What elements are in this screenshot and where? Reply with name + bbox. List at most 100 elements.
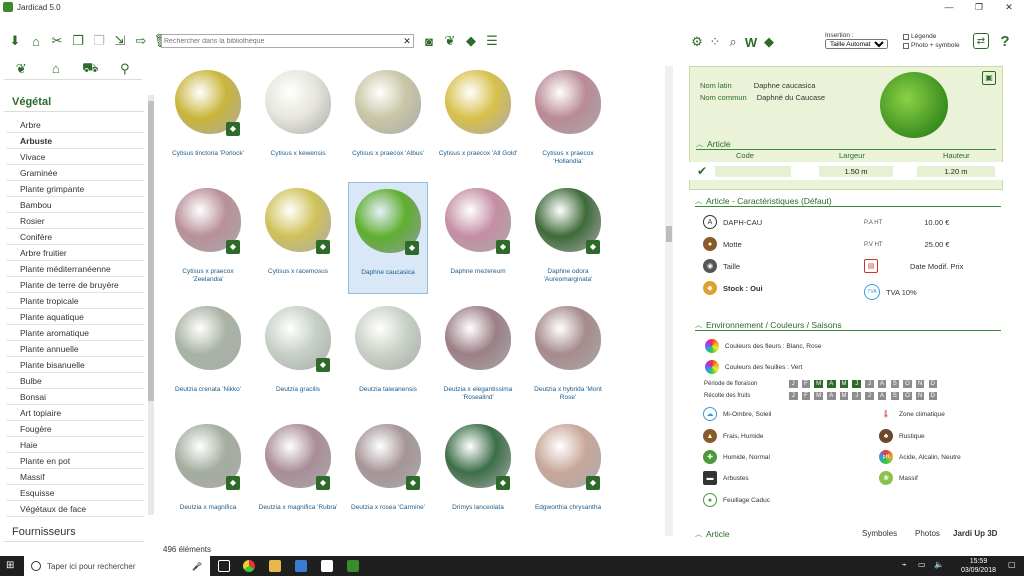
clear-search-icon[interactable]: ✕ [401, 36, 413, 47]
help-icon[interactable]: ? [996, 32, 1014, 50]
export-icon[interactable]: ⇲ [111, 32, 129, 50]
sidebar-item[interactable]: Esquisse [6, 485, 144, 501]
chrome-icon[interactable] [243, 560, 255, 572]
vegetal-tab-icon[interactable]: ❦ [12, 60, 30, 78]
sidebar-item[interactable]: Arbre fruitier [6, 245, 144, 261]
checkbox[interactable] [903, 42, 909, 49]
plant-card[interactable]: Cytisus x kewensis [258, 64, 338, 176]
sidebar-item[interactable]: Massif [6, 469, 144, 485]
jardicad-taskbar-icon[interactable] [347, 560, 359, 572]
scrollbar-thumb[interactable] [666, 226, 672, 242]
sidebar-item[interactable]: Rosier [6, 213, 144, 229]
photo-symbol-checkbox[interactable]: Photo + symbole [903, 42, 960, 49]
save-icon[interactable]: ▣ [982, 71, 996, 85]
volume-icon[interactable]: 🔈 [934, 560, 944, 569]
plant-card[interactable]: Cytisus x praecox 'All Gold' [438, 64, 518, 176]
plant-card[interactable]: Deutzia x elegantissima 'Rosealind' [438, 300, 518, 412]
sidebar-item[interactable]: Végétaux de face [6, 501, 144, 517]
paste-icon[interactable]: ❐ [90, 32, 108, 50]
sidebar-item[interactable]: Plante en pot [6, 453, 144, 469]
plant-import-icon[interactable]: ⬇ [6, 32, 24, 50]
maximize-button[interactable]: ❐ [964, 0, 994, 14]
hauteur-field[interactable]: 1.20 m [917, 166, 995, 177]
plant-card[interactable]: ◆ Deutzia gracilis [258, 300, 338, 412]
house-icon[interactable]: ⌂ [27, 32, 45, 50]
sidebar-item[interactable]: Plante aromatique [6, 325, 144, 341]
plant-card[interactable]: ◆ Drimys lanceolata [438, 418, 518, 530]
grid-dots-icon[interactable]: ⁘ [706, 33, 724, 51]
plant-card[interactable]: ◆ Cytisus x praecox 'Zeelandia' [168, 182, 248, 294]
sidebar-item[interactable]: Plante grimpante [6, 181, 144, 197]
settings-icon[interactable]: ⚙ [688, 33, 706, 51]
taskbar-search[interactable]: Taper ici pour rechercher 🎤 [24, 556, 210, 576]
category-section-title[interactable]: Végétal [4, 92, 144, 112]
close-button[interactable]: ✕ [994, 0, 1024, 14]
sidebar-item[interactable]: Arbuste [6, 133, 144, 149]
house-tab-icon[interactable]: ⌂ [47, 60, 65, 78]
sidebar-item[interactable]: Arbre [6, 117, 144, 133]
plant-card[interactable]: ◆ Daphne mezereum [438, 182, 518, 294]
sidebar-item[interactable]: Bonsai [6, 389, 144, 405]
scissors-icon[interactable]: ✂ [48, 32, 66, 50]
sidebar-item[interactable]: Art topiaire [6, 405, 144, 421]
search-input[interactable] [162, 37, 401, 45]
move-icon[interactable]: ⇨ [132, 32, 150, 50]
mail-icon[interactable] [321, 560, 333, 572]
copy-icon[interactable]: ❐ [69, 32, 87, 50]
sketchup-icon[interactable]: ◆ [462, 32, 480, 50]
sidebar-item[interactable]: Plante de terre de bruyère [6, 277, 144, 293]
largeur-field[interactable]: 1.50 m [819, 166, 893, 177]
sidebar-item[interactable]: Plante bisanuelle [6, 357, 144, 373]
task-view-icon[interactable] [218, 560, 230, 572]
plant-card[interactable]: Cytisus x praecox 'Albus' [348, 64, 428, 176]
plant-card[interactable]: ◆ Daphne caucasica [348, 182, 428, 294]
truck-tab-icon[interactable]: ⛟ [81, 60, 99, 78]
sidebar-item[interactable]: Bulbe [6, 373, 144, 389]
sidebar-item[interactable]: Vivace [6, 149, 144, 165]
sidebar-item[interactable]: Graminée [6, 165, 144, 181]
plant-card[interactable]: ◆ Cytisus x racemosus [258, 182, 338, 294]
list-view-icon[interactable]: ☰ [483, 32, 501, 50]
store-icon[interactable] [295, 560, 307, 572]
environment-title[interactable]: ︿ Environnement / Couleurs / Saisons [695, 320, 842, 330]
sidebar-item[interactable]: Bambou [6, 197, 144, 213]
camera-icon[interactable]: ◙ [420, 32, 438, 50]
search-tab-icon[interactable]: ⚲ [116, 60, 134, 78]
code-field[interactable] [715, 166, 791, 177]
system-clock[interactable]: 15:59 03/09/2018 [961, 557, 996, 575]
plant-card[interactable]: Deutzia taiwanensis [348, 300, 428, 412]
grid-scrollbar[interactable] [665, 66, 673, 536]
minimize-button[interactable]: — [934, 0, 964, 14]
plant-card[interactable]: Cytisus x praecox 'Hollandia' [528, 64, 608, 176]
word-icon[interactable]: W [742, 33, 760, 51]
sketchup-export-icon[interactable]: ◆ [760, 33, 778, 51]
sidebar-item[interactable]: Plante méditerranéenne [6, 261, 144, 277]
battery-icon[interactable]: ▭ [918, 560, 926, 569]
suppliers-section-title[interactable]: Fournisseurs [4, 522, 144, 542]
sync-icon[interactable]: ⇄ [973, 33, 989, 49]
sidebar-item[interactable]: Conifère [6, 229, 144, 245]
tab-photos[interactable]: Photos [915, 529, 940, 538]
microphone-icon[interactable]: 🎤 [192, 562, 202, 571]
characteristics-title[interactable]: ︿ Article - Caractéristiques (Défaut) [695, 196, 832, 206]
tab-jardi-up-3d[interactable]: Jardi Up 3D [953, 529, 997, 538]
sidebar-item[interactable]: Plante annuelle [6, 341, 144, 357]
legend-checkbox[interactable]: Légende [903, 33, 936, 40]
document-search-icon[interactable]: ⌕ [724, 33, 742, 51]
sidebar-item[interactable]: Haie [6, 437, 144, 453]
plant-card[interactable]: ◆ Daphne odora 'Aureomarginata' [528, 182, 608, 294]
bottom-article-title[interactable]: ︿ Article [695, 529, 730, 539]
notifications-icon[interactable]: ▢ [1008, 560, 1016, 569]
plant-card[interactable]: ◆ Deutzia x rosea 'Carmine' [348, 418, 428, 530]
file-explorer-icon[interactable] [269, 560, 281, 572]
sidebar-scrollbar[interactable] [148, 95, 154, 515]
checkbox[interactable] [903, 33, 909, 40]
plant-card[interactable]: ◆ Deutzia x magnifica 'Rubra' [258, 418, 338, 530]
scrollbar-thumb[interactable] [148, 101, 154, 401]
article-row[interactable]: ✔ 1.50 m 1.20 m [689, 162, 1003, 180]
plant-card[interactable]: ◆ Deutzia x magnifica [168, 418, 248, 530]
sidebar-item[interactable]: Fougère [6, 421, 144, 437]
tab-symboles[interactable]: Symboles [862, 529, 897, 538]
sidebar-item[interactable]: Plante tropicale [6, 293, 144, 309]
plant-card[interactable]: ◆ Edgworthia chrysantha [528, 418, 608, 530]
